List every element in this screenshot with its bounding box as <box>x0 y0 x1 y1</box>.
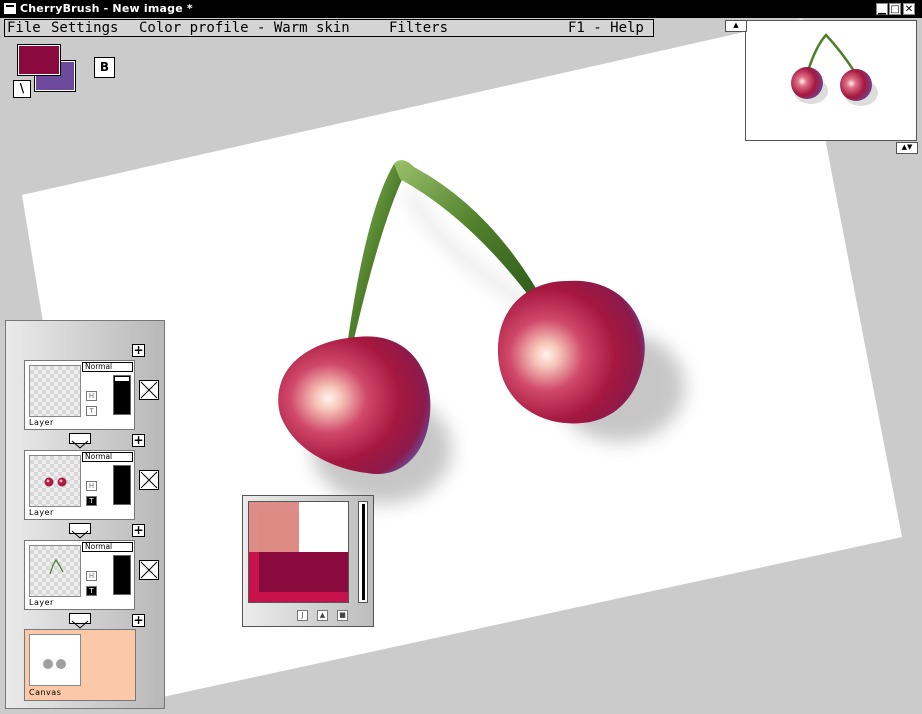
canvas-layer[interactable]: Canvas <box>24 629 136 701</box>
menu-color-profile[interactable]: Color profile - Warm skin <box>139 20 350 37</box>
layer-thumbnail <box>29 365 81 417</box>
brush-button[interactable]: B <box>94 57 115 78</box>
menu-help[interactable]: F1 - Help <box>568 20 644 37</box>
add-layer-button[interactable]: + <box>132 614 145 627</box>
window-title: CherryBrush - New image * <box>20 2 193 15</box>
hide-layer-button[interactable]: H <box>86 481 97 491</box>
merge-down-button[interactable] <box>69 523 91 539</box>
layer-name: Layer <box>29 598 54 607</box>
opacity-slider[interactable] <box>113 375 131 415</box>
color-mixer-canvas[interactable] <box>248 501 349 603</box>
swap-colors-button[interactable]: \ <box>13 80 31 98</box>
delete-layer-button[interactable] <box>139 380 159 400</box>
menu-settings[interactable]: Settings <box>51 20 118 37</box>
app-window: CherryBrush - New image * ▁ □ ✕ File Set… <box>0 0 922 714</box>
navigator-preview <box>791 33 878 106</box>
layers-panel: + Normal H T Layer + Normal H T Layer + … <box>5 320 165 709</box>
transparency-lock-button[interactable]: T <box>86 586 97 596</box>
layer-item[interactable]: Normal H T Layer <box>24 540 135 610</box>
menu-filters[interactable]: Filters <box>389 20 448 37</box>
canvas-layer-name: Canvas <box>29 688 62 697</box>
delete-layer-button[interactable] <box>139 560 159 580</box>
hide-layer-button[interactable]: H <box>86 391 97 401</box>
transparency-lock-button[interactable]: T <box>86 496 97 506</box>
transparency-lock-button[interactable]: T <box>86 406 97 416</box>
minimize-button[interactable]: ▁ <box>876 3 888 15</box>
layer-name: Layer <box>29 508 54 517</box>
delete-layer-button[interactable] <box>139 470 159 490</box>
menu-bar: File Settings Color profile - Warm skin … <box>4 19 654 37</box>
color-mixer-panel: J ▲ ■ <box>242 495 374 627</box>
right-cherry <box>497 280 645 424</box>
app-icon <box>4 3 16 14</box>
opacity-slider[interactable] <box>113 465 131 505</box>
merge-down-button[interactable] <box>69 613 91 629</box>
opacity-slider[interactable] <box>113 555 131 595</box>
layer-name: Layer <box>29 418 54 427</box>
navigator-resize-arrows[interactable]: ▲▼ <box>896 142 918 154</box>
navigator-panel[interactable] <box>745 20 917 141</box>
mixer-up-button[interactable]: ▲ <box>317 610 328 621</box>
blend-mode-select[interactable]: Normal <box>82 542 133 552</box>
merge-down-button[interactable] <box>69 433 91 449</box>
canvas-thumbnail <box>29 634 81 686</box>
mixer-clear-button[interactable]: ■ <box>337 610 348 621</box>
layer-thumbnail <box>29 545 81 597</box>
blend-mode-select[interactable]: Normal <box>82 362 133 372</box>
blend-mode-select[interactable]: Normal <box>82 452 133 462</box>
maximize-button[interactable]: □ <box>889 3 901 15</box>
title-bar[interactable]: CherryBrush - New image * ▁ □ ✕ <box>0 0 922 18</box>
add-layer-button[interactable]: + <box>132 524 145 537</box>
layer-item[interactable]: Normal H T Layer <box>24 450 135 520</box>
foreground-color-swatch[interactable] <box>17 44 61 76</box>
mixer-pick-button[interactable]: J <box>297 610 308 621</box>
add-layer-button[interactable]: + <box>132 344 145 357</box>
navigator-collapse-arrow[interactable]: ▲ <box>725 20 747 32</box>
add-layer-button[interactable]: + <box>132 434 145 447</box>
layer-item[interactable]: Normal H T Layer <box>24 360 135 430</box>
menu-file[interactable]: File <box>7 20 41 37</box>
mixer-brush-size-slider[interactable] <box>358 501 368 603</box>
close-button[interactable]: ✕ <box>903 3 915 15</box>
layer-thumbnail <box>29 455 81 507</box>
hide-layer-button[interactable]: H <box>86 571 97 581</box>
